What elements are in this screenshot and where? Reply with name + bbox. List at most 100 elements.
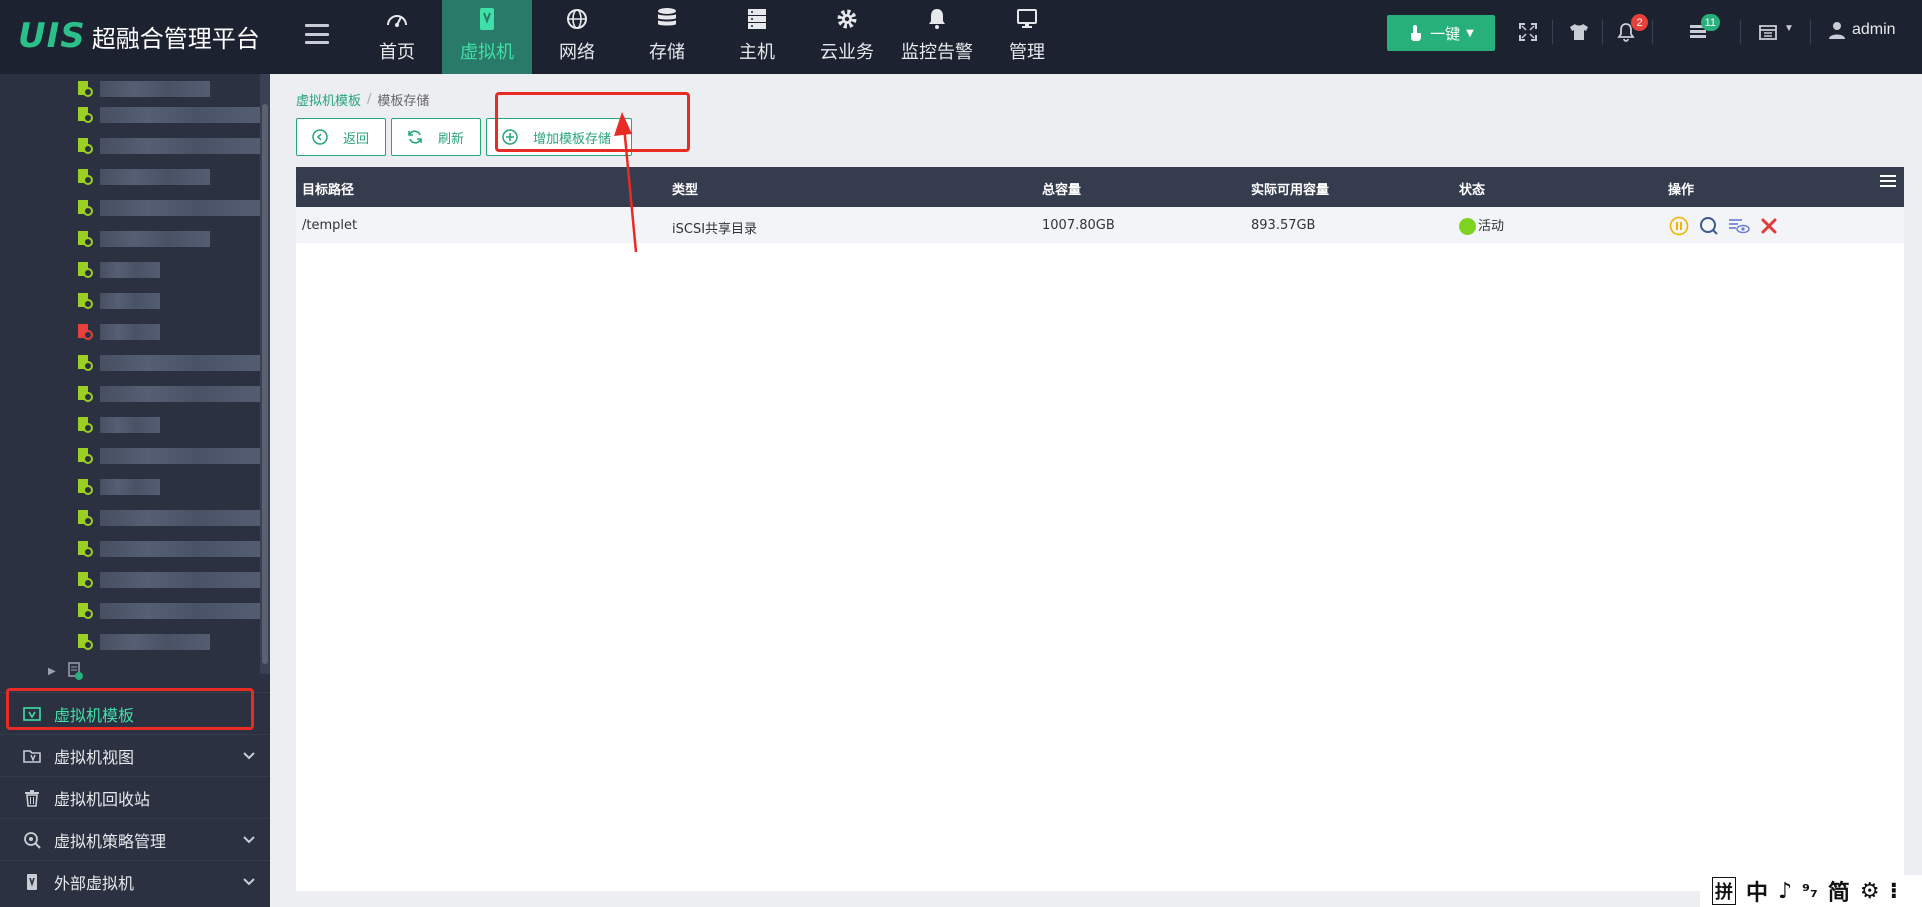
toolbar-divider [1810, 20, 1811, 44]
user-menu[interactable]: admin [1828, 20, 1896, 40]
table-row[interactable]: /templet iSCSI共享目录 1007.80GB 893.57GB 活动 [296, 207, 1904, 243]
nav-item-host[interactable]: 主机 [712, 0, 802, 74]
template-storage-table: 目标路径 类型 总容量 实际可用容量 状态 操作 /templet iSCSI共… [296, 167, 1904, 891]
alerts-badge: 2 [1631, 14, 1648, 31]
ime-toolbar[interactable]: 拼 中 ♪ ⁹₇ 简 ⚙ ⁝ [1700, 875, 1922, 907]
fullscreen-icon[interactable] [1514, 18, 1542, 46]
tree-node-vm[interactable] [78, 474, 270, 500]
ime-settings-icon[interactable]: ⚙ [1860, 879, 1880, 904]
nav-item-cloud[interactable]: 云业务 [802, 0, 892, 74]
host-icon [67, 662, 83, 680]
tasks-badge: 11 [1700, 14, 1720, 31]
cell-type: iSCSI共享目录 [672, 222, 758, 237]
app-logo[interactable]: UIS 超融合管理平台 [18, 16, 260, 56]
nav-item-vm[interactable]: 虚拟机 [442, 0, 532, 82]
sidebar-item-label: 虚拟机策略管理 [54, 831, 167, 851]
back-circle-icon [311, 128, 329, 146]
toolbar-divider [1740, 20, 1741, 44]
nav-item-home[interactable]: 首页 [352, 0, 442, 74]
ime-halfwidth-icon[interactable]: ⁹₇ [1802, 881, 1818, 902]
tree-node-vm[interactable] [78, 76, 270, 102]
tree-node-vm[interactable] [78, 536, 270, 562]
onekey-label: 一键 [1430, 24, 1461, 43]
tree-node-vm[interactable] [78, 629, 270, 655]
breadcrumb: 虚拟机模板 / 模板存储 [296, 90, 429, 109]
column-header[interactable]: 类型 [672, 179, 698, 198]
annotation-arrow-icon [614, 112, 638, 253]
tree-node-host[interactable]: ▶ [48, 662, 84, 680]
logo-mark: UIS [18, 16, 86, 56]
main-content: 虚拟机模板 / 模板存储 返回 刷新 增加模板存储 目标路径 类型 总容量 实际… [270, 74, 1922, 907]
column-header[interactable]: 状态 [1459, 179, 1485, 198]
tree-node-vm[interactable] [78, 381, 270, 407]
tree-node-vm[interactable] [78, 598, 270, 624]
column-header[interactable]: 总容量 [1042, 179, 1081, 198]
column-header[interactable]: 目标路径 [302, 179, 354, 198]
sidebar-item-external-vm[interactable]: 外部虚拟机 [0, 860, 270, 902]
tree-node-vm[interactable] [78, 133, 270, 159]
notification-bell-icon[interactable]: 2 [1612, 14, 1648, 46]
nav-item-monitor[interactable]: 监控告警 [892, 0, 982, 74]
sidebar-item-vm-template[interactable]: 虚拟机模板 [0, 692, 270, 734]
calendar-dropdown-icon[interactable]: ▼ [1754, 18, 1798, 46]
nav-label: 云业务 [820, 42, 874, 63]
tree-node-vm[interactable] [78, 102, 270, 128]
task-list-icon[interactable]: 11 [1684, 14, 1720, 46]
nav-item-storage[interactable]: 存储 [622, 0, 712, 74]
column-header[interactable]: 实际可用容量 [1251, 179, 1329, 198]
tree-node-vm[interactable] [78, 350, 270, 376]
chevron-down-icon[interactable] [242, 749, 256, 763]
refresh-icon [406, 128, 424, 146]
refresh-label: 刷新 [438, 131, 465, 147]
ime-simplified-mode[interactable]: 简 [1828, 875, 1850, 907]
breadcrumb-current: 模板存储 [377, 94, 430, 109]
status-active-dot [1459, 218, 1476, 235]
nav-item-network[interactable]: 网络 [532, 0, 622, 74]
toolbar-divider [1602, 20, 1603, 44]
vm-tree[interactable] [0, 74, 270, 674]
tree-node-vm[interactable] [78, 195, 270, 221]
tree-scroll-thumb[interactable] [262, 104, 268, 664]
bell-alert-icon [924, 6, 950, 32]
ime-chinese-mode[interactable]: 中 [1746, 875, 1768, 907]
ime-punctuation-icon[interactable]: ♪ [1778, 879, 1792, 904]
template-icon [22, 704, 42, 724]
cell-status: 活动 [1459, 215, 1504, 235]
breadcrumb-link[interactable]: 虚拟机模板 [296, 90, 361, 109]
ime-more-icon[interactable]: ⁝ [1890, 879, 1898, 904]
nav-label: 监控告警 [901, 42, 973, 63]
gear-icon [834, 6, 860, 32]
tree-node-vm[interactable] [78, 164, 270, 190]
username: admin [1852, 21, 1896, 38]
sidebar-item-vm-recycle-bin[interactable]: 虚拟机回收站 [0, 776, 270, 818]
tree-node-vm[interactable] [78, 567, 270, 593]
expand-arrow-icon[interactable]: ▶ [48, 666, 56, 677]
tree-node-vm[interactable] [78, 226, 270, 252]
chevron-down-icon[interactable] [242, 833, 256, 847]
tree-node-vm[interactable] [78, 257, 270, 283]
back-button[interactable]: 返回 [296, 118, 386, 156]
sidebar-item-vm-policy[interactable]: 虚拟机策略管理 [0, 818, 270, 860]
refresh-button[interactable]: 刷新 [391, 118, 481, 156]
database-icon [654, 6, 680, 32]
tree-node-vm[interactable] [78, 412, 270, 438]
tree-node-vm[interactable] [78, 288, 270, 314]
pause-icon[interactable] [1668, 215, 1690, 237]
onekey-button[interactable]: 一键 ▼ [1387, 15, 1495, 51]
tree-node-vm[interactable] [78, 443, 270, 469]
main-nav: 首页 虚拟机 网络 存储 主机 云业务 监控告警 管理 [352, 0, 1072, 82]
chevron-down-icon[interactable] [242, 875, 256, 889]
search-icon[interactable] [1698, 215, 1720, 237]
sidebar-item-label: 外部虚拟机 [54, 873, 135, 893]
view-details-icon[interactable] [1728, 215, 1750, 237]
delete-icon[interactable] [1758, 215, 1780, 237]
tree-node-vm-stopped[interactable] [78, 319, 270, 345]
menu-toggle-icon[interactable] [305, 24, 329, 44]
nav-item-manage[interactable]: 管理 [982, 0, 1072, 74]
sidebar-item-vm-view[interactable]: 虚拟机视图 [0, 734, 270, 776]
theme-shirt-icon[interactable] [1565, 18, 1593, 46]
ime-pinyin-icon[interactable]: 拼 [1712, 877, 1736, 905]
sidebar: ▶ 虚拟机模板 虚拟机视图 虚拟机回收站 虚拟机策略管理 外部虚拟机 [0, 74, 270, 907]
tree-node-vm[interactable] [78, 505, 270, 531]
column-settings-icon[interactable] [1880, 175, 1896, 187]
